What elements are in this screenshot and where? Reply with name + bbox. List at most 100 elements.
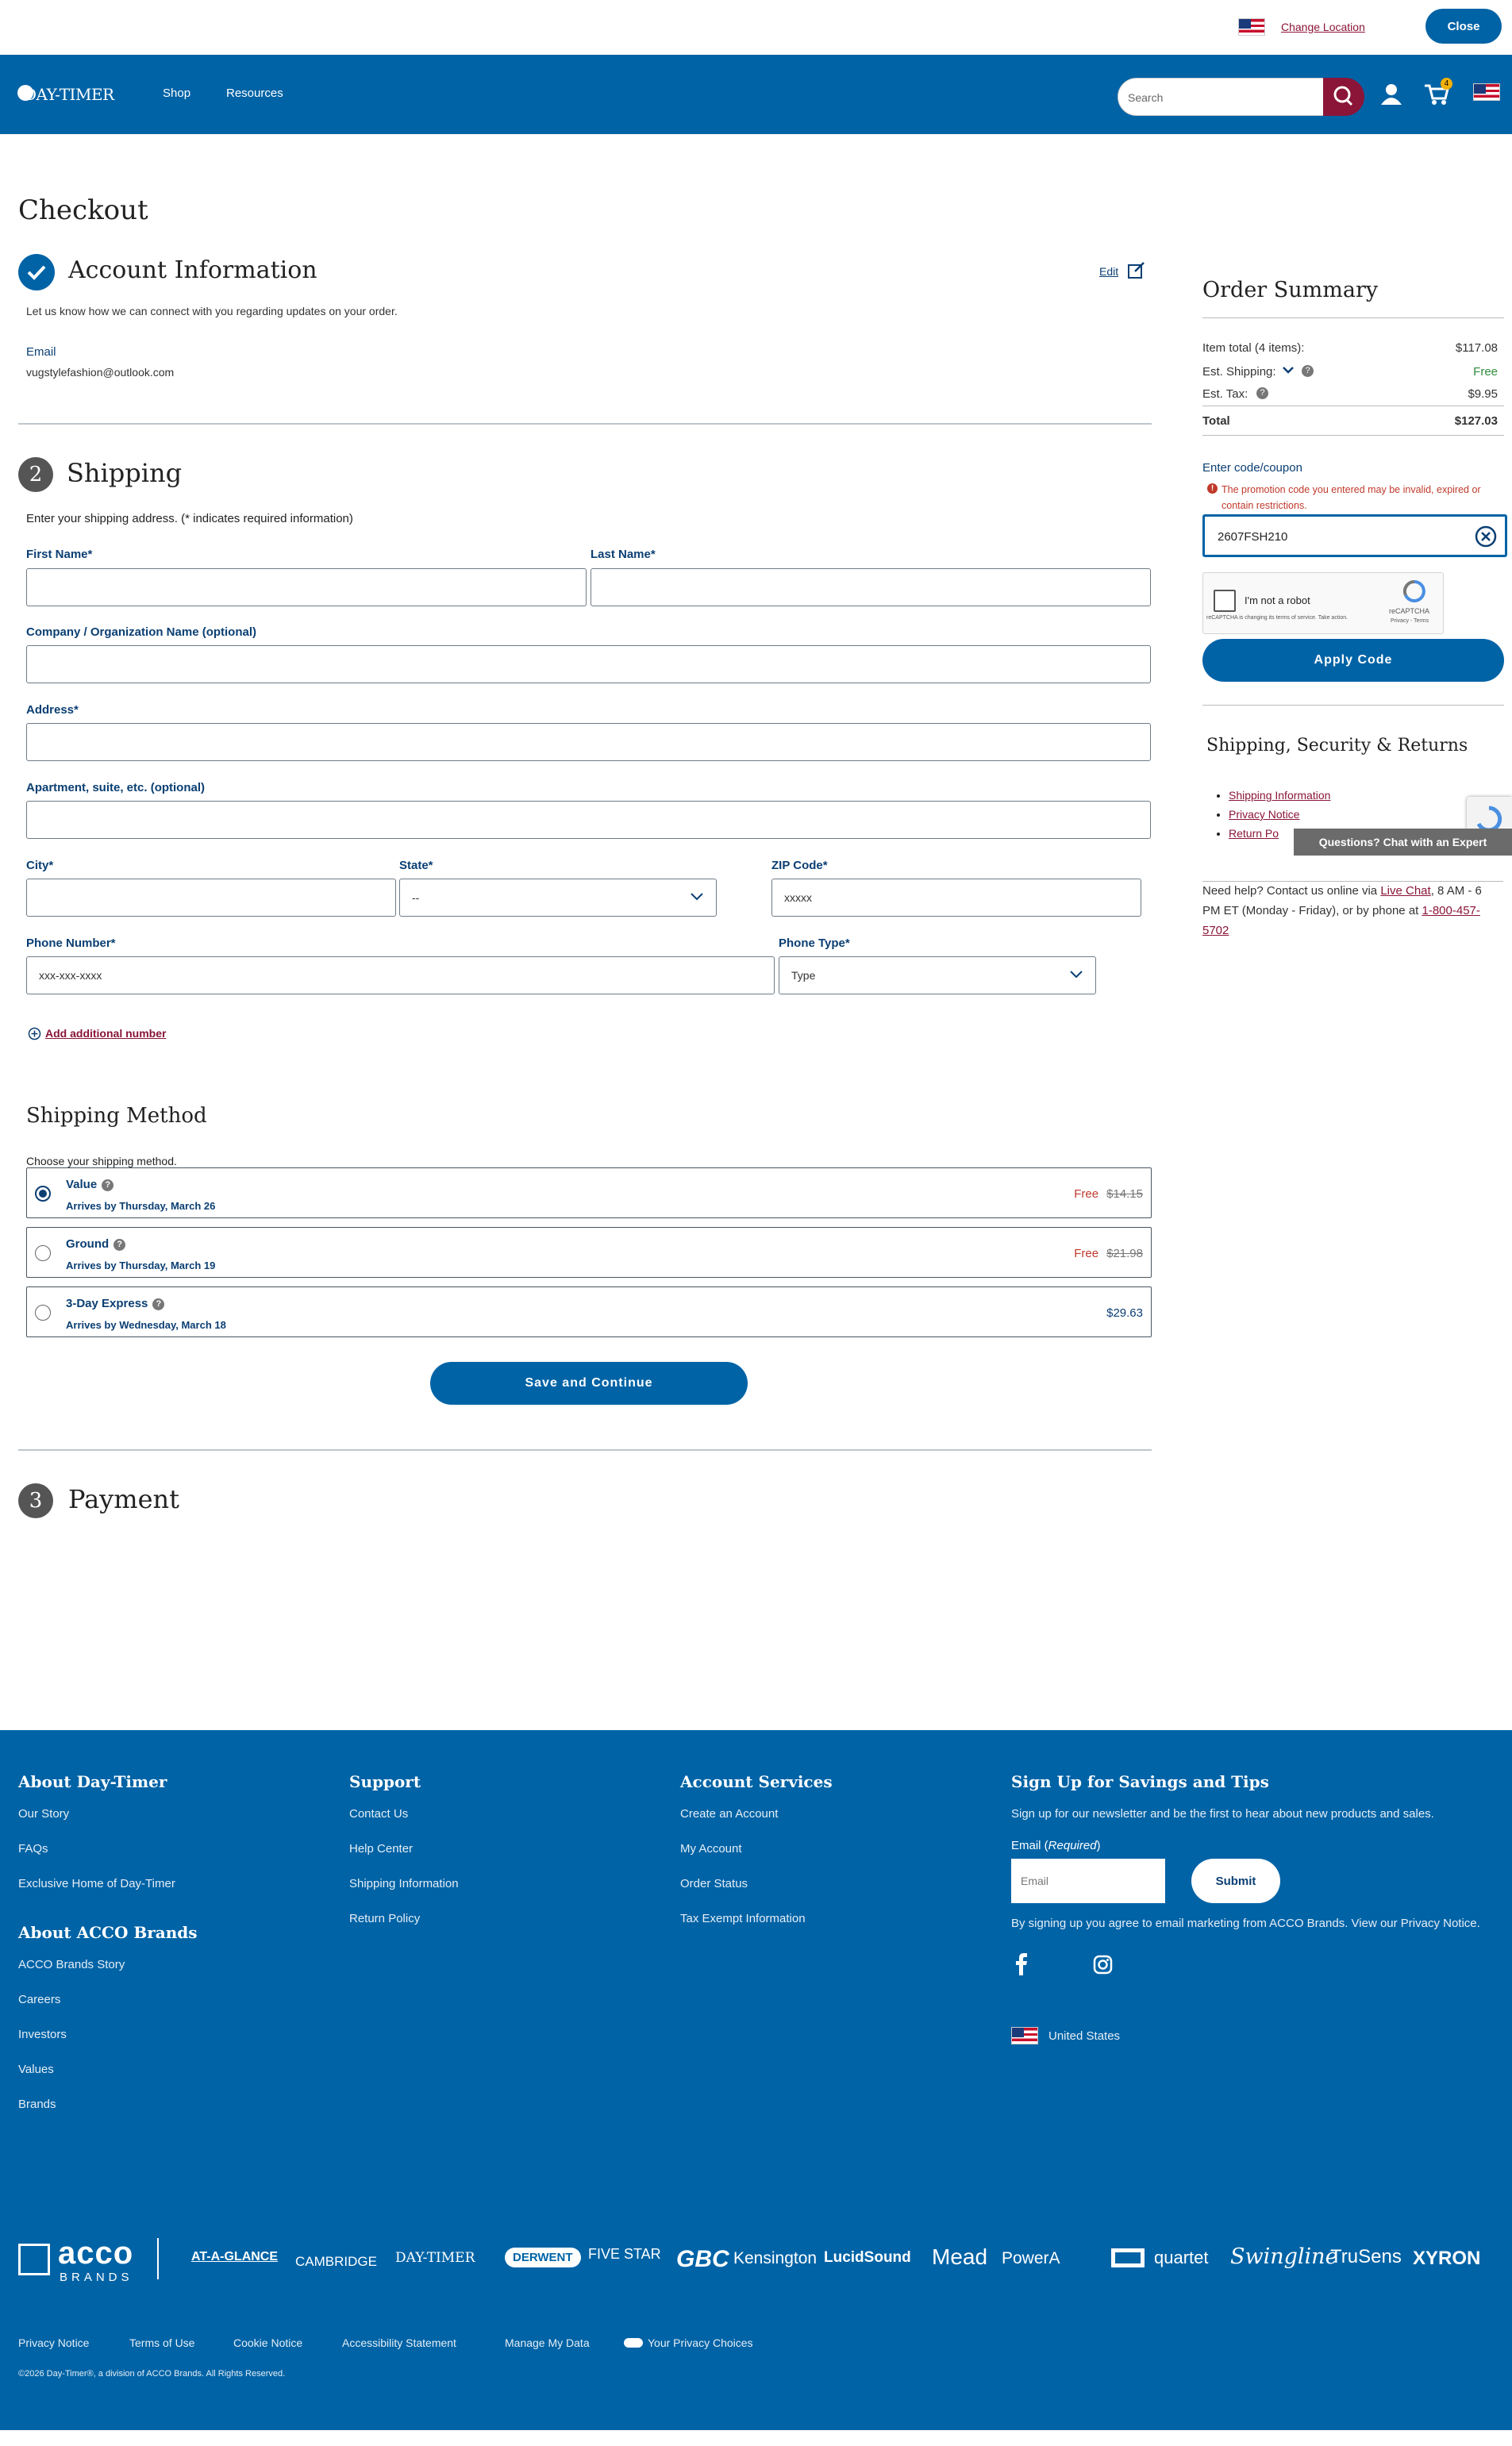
- add-circle-icon[interactable]: [28, 1027, 41, 1040]
- footer-cookie[interactable]: Cookie Notice: [233, 2336, 302, 2349]
- acco-logo[interactable]: acco: [58, 2236, 133, 2271]
- state-select[interactable]: --: [399, 879, 717, 917]
- footer-link[interactable]: My Account: [680, 1842, 742, 1856]
- add-number-link[interactable]: Add additional number: [45, 1027, 166, 1040]
- shipping-info-link[interactable]: Shipping Information: [1229, 789, 1330, 802]
- footer-link[interactable]: Tax Exempt Information: [680, 1912, 806, 1925]
- nav-shop[interactable]: Shop: [163, 87, 190, 100]
- shipping-method-title: Shipping Method: [26, 1104, 207, 1128]
- footer-link[interactable]: FAQs: [18, 1842, 48, 1856]
- newsletter-email-input[interactable]: Email: [1011, 1859, 1165, 1903]
- email-label: Email: [26, 345, 56, 359]
- privacy-notice-link[interactable]: Privacy Notice: [1229, 808, 1299, 821]
- payment-section-title: Payment: [68, 1484, 179, 1514]
- footer-link[interactable]: Our Story: [18, 1807, 69, 1821]
- brand-derwent[interactable]: DERWENT: [505, 2248, 581, 2267]
- company-input[interactable]: [26, 645, 1151, 683]
- shipping-option-value[interactable]: Value? Arrives by Thursday, March 26 Fre…: [26, 1167, 1152, 1218]
- page-title: Checkout: [18, 194, 148, 226]
- info-icon[interactable]: ?: [1302, 365, 1314, 377]
- edit-account-link[interactable]: Edit: [1099, 265, 1118, 278]
- city-input[interactable]: [26, 879, 396, 917]
- zip-label: ZIP Code*: [771, 859, 828, 872]
- instagram-icon[interactable]: [1093, 1955, 1113, 1975]
- search-button[interactable]: [1323, 78, 1364, 116]
- summary-divider: [1202, 435, 1504, 436]
- us-flag-icon[interactable]: [1473, 83, 1500, 101]
- footer-privacy-choices[interactable]: Your Privacy Choices: [648, 2336, 753, 2349]
- footer-link[interactable]: Return Policy: [349, 1912, 420, 1925]
- footer-link[interactable]: Order Status: [680, 1877, 748, 1890]
- edit-icon[interactable]: [1127, 260, 1146, 279]
- phone-type-select[interactable]: Type: [779, 956, 1096, 994]
- signup-text: Sign up for our newsletter and be the fi…: [1011, 1807, 1434, 1821]
- brand-mead[interactable]: Mead: [932, 2244, 987, 2270]
- us-flag-icon[interactable]: [1011, 2027, 1038, 2044]
- radio-unselected[interactable]: [35, 1305, 51, 1321]
- brand-quartet[interactable]: quartet: [1154, 2248, 1209, 2268]
- last-name-input[interactable]: [591, 568, 1151, 606]
- footer-link[interactable]: Exclusive Home of Day-Timer: [18, 1877, 175, 1890]
- live-chat-link[interactable]: Live Chat: [1380, 884, 1430, 898]
- save-continue-button[interactable]: Save and Continue: [430, 1362, 748, 1405]
- brand-gbc[interactable]: GBC: [676, 2246, 729, 2273]
- chat-expert-button[interactable]: Questions? Chat with an Expert: [1294, 829, 1512, 856]
- first-name-input[interactable]: [26, 568, 587, 606]
- footer-accessibility[interactable]: Accessibility Statement: [342, 2336, 456, 2349]
- close-button[interactable]: Close: [1425, 9, 1502, 44]
- info-icon[interactable]: ?: [1256, 387, 1268, 399]
- footer-link[interactable]: Shipping Information: [349, 1877, 459, 1890]
- search-input[interactable]: Search: [1118, 78, 1324, 116]
- address-input[interactable]: [26, 723, 1151, 761]
- footer-privacy[interactable]: Privacy Notice: [18, 2336, 89, 2349]
- brand-trusens[interactable]: TruSens: [1330, 2246, 1402, 2268]
- apartment-input[interactable]: [26, 801, 1151, 839]
- footer-link[interactable]: Brands: [18, 2098, 56, 2111]
- shipping-option-express[interactable]: 3-Day Express? Arrives by Wednesday, Mar…: [26, 1286, 1152, 1337]
- newsletter-submit-button[interactable]: Submit: [1191, 1859, 1280, 1903]
- footer-country[interactable]: United States: [1048, 2029, 1120, 2043]
- brand-powera[interactable]: PowerA: [1002, 2249, 1060, 2268]
- brand-cambridge[interactable]: CAMBRIDGE: [295, 2254, 377, 2270]
- brand-lucidsound[interactable]: LucidSound: [824, 2249, 911, 2267]
- phone-type-label: Phone Type*: [779, 936, 850, 950]
- day-timer-logo[interactable]: DAY-TIMER: [24, 85, 114, 104]
- footer-link[interactable]: Help Center: [349, 1842, 413, 1856]
- radio-unselected[interactable]: [35, 1245, 51, 1261]
- recaptcha-checkbox[interactable]: [1214, 590, 1236, 612]
- brand-five-star[interactable]: FIVE STAR: [588, 2246, 661, 2263]
- brand-xyron[interactable]: XYRON: [1413, 2248, 1480, 2270]
- footer-link[interactable]: Careers: [18, 1993, 60, 2006]
- footer-link[interactable]: Create an Account: [680, 1807, 778, 1821]
- zip-input[interactable]: xxxxx: [771, 879, 1141, 917]
- footer-link[interactable]: Contact Us: [349, 1807, 408, 1821]
- footer-link[interactable]: ACCO Brands Story: [18, 1958, 125, 1971]
- facebook-icon[interactable]: [1015, 1953, 1028, 1975]
- footer-link[interactable]: Values: [18, 2063, 54, 2076]
- change-location-link[interactable]: Change Location: [1281, 21, 1365, 33]
- nav-resources[interactable]: Resources: [226, 87, 283, 100]
- coupon-input[interactable]: 2607FSH210: [1202, 514, 1507, 557]
- return-policy-link[interactable]: Return Po: [1229, 827, 1279, 840]
- step-number: 3: [18, 1483, 53, 1518]
- account-icon[interactable]: [1379, 83, 1403, 106]
- phone-input[interactable]: xxx-xxx-xxxx: [26, 956, 775, 994]
- footer-terms[interactable]: Terms of Use: [129, 2336, 194, 2349]
- radio-selected[interactable]: [35, 1186, 51, 1202]
- info-icon[interactable]: ?: [113, 1239, 126, 1251]
- brand-swingline[interactable]: Swingline: [1230, 2244, 1338, 2269]
- info-icon[interactable]: ?: [102, 1179, 114, 1191]
- coupon-error: The promotion code you entered may be in…: [1222, 484, 1481, 511]
- brand-day-timer[interactable]: DAY-TIMER: [395, 2250, 475, 2266]
- apply-code-button[interactable]: Apply Code: [1202, 639, 1504, 682]
- footer-manage-data[interactable]: Manage My Data: [505, 2336, 590, 2349]
- brand-kensington[interactable]: Kensington: [733, 2249, 817, 2268]
- brand-at-a-glance[interactable]: AT-A-GLANCE: [191, 2250, 278, 2264]
- shipping-option-ground[interactable]: Ground? Arrives by Thursday, March 19 Fr…: [26, 1227, 1152, 1278]
- footer-link[interactable]: Investors: [18, 2028, 67, 2041]
- info-icon[interactable]: ?: [152, 1298, 165, 1310]
- shipping-value: Free: [1473, 365, 1498, 379]
- clear-x-icon[interactable]: [1475, 525, 1497, 548]
- chevron-down-icon[interactable]: [1282, 366, 1295, 375]
- recaptcha-links[interactable]: Privacy - Terms: [1391, 618, 1429, 624]
